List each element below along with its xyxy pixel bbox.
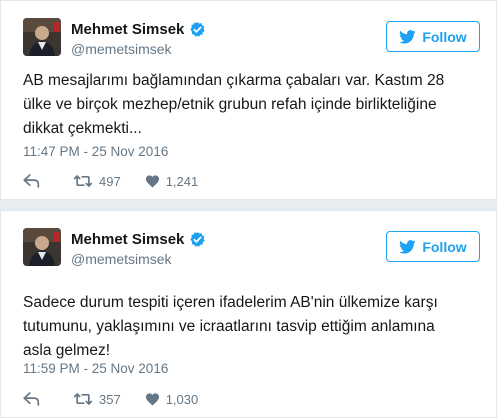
- reply-button[interactable]: [23, 174, 43, 188]
- follow-label: Follow: [422, 238, 467, 255]
- retweet-icon: [73, 393, 93, 405]
- reply-icon: [23, 392, 40, 406]
- tweet-text: Sadece durum tespiti içeren ifadelerim A…: [23, 294, 438, 359]
- display-name[interactable]: Mehmet Simsek: [71, 21, 184, 38]
- like-count: 1,030: [165, 391, 199, 407]
- like-button[interactable]: 1,241: [145, 173, 199, 189]
- like-button[interactable]: 1,030: [145, 391, 199, 407]
- retweet-count: 497: [99, 173, 121, 189]
- reply-icon: [23, 174, 40, 188]
- heart-icon: [145, 175, 159, 188]
- avatar[interactable]: [23, 228, 61, 266]
- user-handle[interactable]: @memetsimsek: [71, 41, 172, 57]
- tweet-actions: 357 1,030: [23, 389, 198, 409]
- like-count: 1,241: [165, 173, 199, 189]
- display-name[interactable]: Mehmet Simsek: [71, 231, 184, 248]
- twitter-bird-icon: [399, 239, 416, 254]
- retweet-button[interactable]: 357: [73, 392, 121, 407]
- verified-badge-icon: [189, 21, 206, 38]
- twitter-bird-icon: [399, 29, 416, 44]
- tweet-card: Mehmet Simsek @memetsimsek Follow AB mes…: [0, 0, 497, 200]
- tweet-text: AB mesajlarımı bağlamından çıkarma çabal…: [23, 72, 445, 137]
- follow-button[interactable]: Follow: [386, 21, 480, 52]
- verified-badge-icon: [189, 231, 206, 248]
- heart-icon: [145, 393, 159, 406]
- tweet-timestamp[interactable]: 11:59 PM - 25 Nov 2016: [23, 361, 168, 376]
- follow-button[interactable]: Follow: [386, 231, 480, 262]
- follow-label: Follow: [422, 28, 467, 45]
- tweet-timestamp[interactable]: 11:47 PM - 25 Nov 2016: [23, 144, 168, 159]
- tweet-card: Mehmet Simsek @memetsimsek Follow Sadece…: [0, 210, 497, 418]
- avatar[interactable]: [23, 18, 61, 56]
- reply-button[interactable]: [23, 392, 43, 406]
- retweet-count: 357: [99, 391, 121, 407]
- retweet-icon: [73, 175, 93, 187]
- tweet-actions: 497 1,241: [23, 171, 198, 191]
- user-handle[interactable]: @memetsimsek: [71, 251, 172, 267]
- retweet-button[interactable]: 497: [73, 174, 121, 189]
